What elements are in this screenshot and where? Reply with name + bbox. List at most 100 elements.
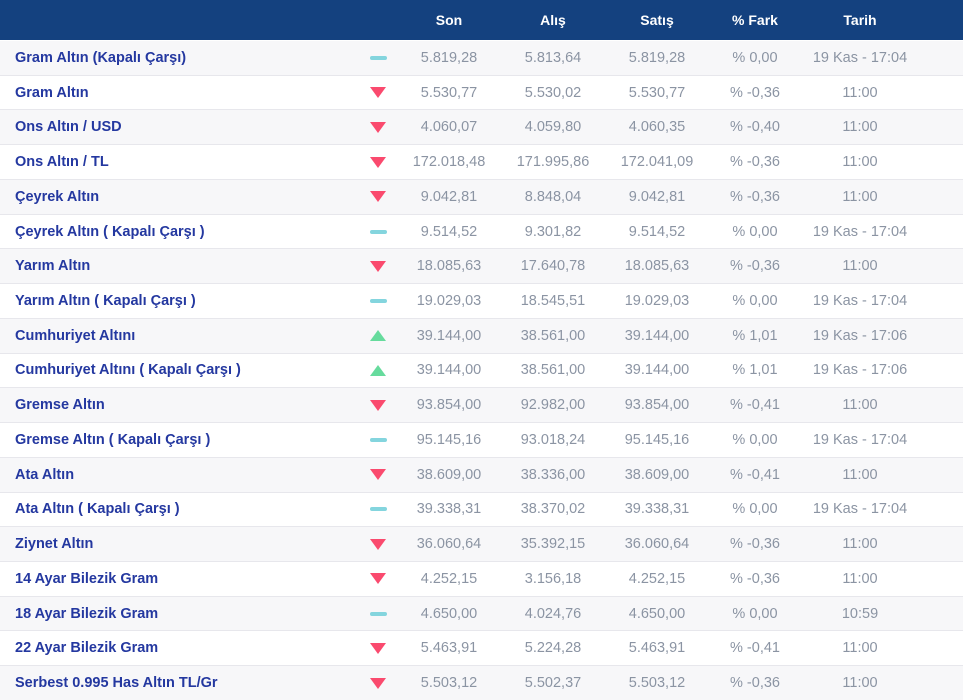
son-value: 36.060,64 — [416, 536, 482, 553]
satis-value: 5.463,91 — [628, 640, 686, 657]
fark-value: % -0,41 — [730, 640, 780, 657]
instrument-link[interactable]: Çeyrek Altın — [0, 189, 359, 205]
fark-value: % 0,00 — [732, 223, 778, 240]
table-row[interactable]: 14 Ayar Bilezik Gram 4.252,15 3.156,18 4… — [0, 562, 963, 597]
trend-flat-icon — [369, 55, 387, 60]
table-row[interactable]: 22 Ayar Bilezik Gram 5.463,91 5.224,28 5… — [0, 631, 963, 667]
tarih-value: 11:00 — [842, 188, 878, 205]
table-row[interactable]: 18 Ayar Bilezik Gram 4.650,00 4.024,76 4… — [0, 596, 963, 632]
son-value: 39.144,00 — [416, 362, 482, 379]
instrument-link[interactable]: Ziynet Altın — [0, 536, 359, 552]
alis-value: 3.156,18 — [524, 570, 582, 587]
tarih-value: 11:00 — [842, 258, 878, 275]
table-row[interactable]: Gram Altın (Kapalı Çarşı) 5.819,28 5.813… — [0, 41, 963, 76]
alis-value: 4.024,76 — [524, 605, 582, 622]
satis-value: 4.252,15 — [628, 570, 686, 587]
son-value: 4.252,15 — [420, 570, 478, 587]
tarih-value: 11:00 — [842, 570, 878, 587]
alis-value: 17.640,78 — [520, 258, 586, 275]
table-row[interactable]: Ziynet Altın 36.060,64 35.392,15 36.060,… — [0, 527, 963, 563]
trend-down-icon — [370, 469, 386, 481]
alis-value: 5.813,64 — [524, 49, 582, 66]
satis-value: 95.145,16 — [624, 431, 690, 448]
trend-down-icon — [370, 87, 386, 99]
instrument-link[interactable]: Cumhuriyet Altını ( Kapalı Çarşı ) — [0, 362, 359, 378]
instrument-link[interactable]: 18 Ayar Bilezik Gram — [0, 606, 359, 622]
table-row[interactable]: Çeyrek Altın ( Kapalı Çarşı ) 9.514,52 9… — [0, 214, 963, 250]
table-row[interactable]: Cumhuriyet Altını ( Kapalı Çarşı ) 39.14… — [0, 353, 963, 389]
instrument-link[interactable]: Cumhuriyet Altını — [0, 328, 359, 344]
instrument-link[interactable]: Ata Altın — [0, 467, 359, 483]
tarih-value: 11:00 — [842, 84, 878, 101]
instrument-link[interactable]: Ata Altın ( Kapalı Çarşı ) — [0, 501, 359, 517]
son-value: 39.338,31 — [416, 501, 482, 518]
tarih-value: 19 Kas - 17:04 — [812, 49, 908, 66]
trend-down-icon — [370, 156, 386, 168]
fark-value: % -0,36 — [730, 84, 780, 101]
instrument-link[interactable]: 14 Ayar Bilezik Gram — [0, 571, 359, 587]
tarih-value: 19 Kas - 17:04 — [812, 293, 908, 309]
satis-value: 36.060,64 — [624, 536, 690, 553]
son-value: 4.650,00 — [420, 605, 478, 622]
table-row[interactable]: Cumhuriyet Altını 39.144,00 38.561,00 39… — [0, 318, 963, 354]
trend-flat-icon — [369, 437, 387, 442]
table-row[interactable]: Gremse Altın 93.854,00 92.982,00 93.854,… — [0, 388, 963, 424]
header-fark: % Fark — [732, 12, 778, 28]
fark-value: % -0,36 — [730, 258, 780, 275]
tarih-value: 19 Kas - 17:04 — [812, 501, 908, 518]
son-value: 19.029,03 — [416, 293, 482, 309]
trend-down-icon — [370, 677, 386, 689]
instrument-link[interactable]: Ons Altın / TL — [0, 154, 359, 170]
satis-value: 18.085,63 — [624, 258, 690, 275]
instrument-link[interactable]: Gram Altın (Kapalı Çarşı) — [0, 50, 359, 66]
table-row[interactable]: Serbest 0.995 Has Altın TL/Gr 5.503,12 5… — [0, 666, 963, 700]
instrument-link[interactable]: Gremse Altın — [0, 397, 359, 413]
table-row[interactable]: Yarım Altın ( Kapalı Çarşı ) 19.029,03 1… — [0, 284, 963, 319]
son-value: 39.144,00 — [416, 327, 482, 344]
table-row[interactable]: Ata Altın ( Kapalı Çarşı ) 39.338,31 38.… — [0, 492, 963, 528]
tarih-value: 11:00 — [842, 397, 878, 414]
satis-value: 93.854,00 — [624, 397, 690, 414]
instrument-link[interactable]: Çeyrek Altın ( Kapalı Çarşı ) — [0, 224, 359, 240]
instrument-link[interactable]: Yarım Altın — [0, 258, 359, 274]
alis-value: 8.848,04 — [524, 188, 582, 205]
trend-down-icon — [370, 538, 386, 550]
table-row[interactable]: Çeyrek Altın 9.042,81 8.848,04 9.042,81 … — [0, 179, 963, 215]
fark-value: % 0,00 — [732, 501, 778, 518]
tarih-value: 11:00 — [842, 536, 878, 553]
satis-value: 39.338,31 — [624, 501, 690, 518]
fark-value: % -0,36 — [730, 154, 780, 171]
table-row[interactable]: Gremse Altın ( Kapalı Çarşı ) 95.145,16 … — [0, 423, 963, 458]
trend-flat-icon — [369, 299, 387, 303]
table-row[interactable]: Yarım Altın 18.085,63 17.640,78 18.085,6… — [0, 249, 963, 285]
instrument-link[interactable]: 22 Ayar Bilezik Gram — [0, 640, 359, 656]
instrument-link[interactable]: Gremse Altın ( Kapalı Çarşı ) — [0, 432, 359, 448]
satis-value: 38.609,00 — [624, 466, 690, 483]
fark-value: % -0,41 — [730, 466, 780, 483]
table-row[interactable]: Gram Altın 5.530,77 5.530,02 5.530,77 % … — [0, 75, 963, 111]
fark-value: % 1,01 — [732, 327, 778, 344]
instrument-link[interactable]: Yarım Altın ( Kapalı Çarşı ) — [0, 293, 359, 309]
fark-value: % 1,01 — [732, 362, 778, 379]
satis-value: 5.819,28 — [628, 49, 686, 66]
satis-value: 4.650,00 — [628, 605, 686, 622]
fark-value: % 0,00 — [732, 605, 778, 622]
instrument-link[interactable]: Ons Altın / USD — [0, 119, 359, 135]
alis-value: 38.561,00 — [520, 327, 586, 344]
header-satis: Satış — [640, 12, 674, 28]
table-row[interactable]: Ons Altın / TL 172.018,48 171.995,86 172… — [0, 145, 963, 180]
fark-value: % -0,36 — [730, 570, 780, 587]
satis-value: 5.530,77 — [628, 84, 686, 101]
son-value: 93.854,00 — [416, 397, 482, 414]
trend-down-icon — [370, 399, 386, 411]
table-row[interactable]: Ata Altın 38.609,00 38.336,00 38.609,00 … — [0, 457, 963, 493]
alis-value: 171.995,86 — [516, 154, 590, 171]
instrument-link[interactable]: Serbest 0.995 Has Altın TL/Gr — [0, 675, 359, 691]
alis-value: 4.059,80 — [524, 119, 582, 136]
son-value: 4.060,07 — [420, 119, 478, 136]
instrument-link[interactable]: Gram Altın — [0, 85, 359, 101]
son-value: 95.145,16 — [416, 431, 482, 448]
fark-value: % -0,40 — [730, 119, 780, 136]
table-row[interactable]: Ons Altın / USD 4.060,07 4.059,80 4.060,… — [0, 110, 963, 146]
son-value: 172.018,48 — [412, 154, 486, 171]
